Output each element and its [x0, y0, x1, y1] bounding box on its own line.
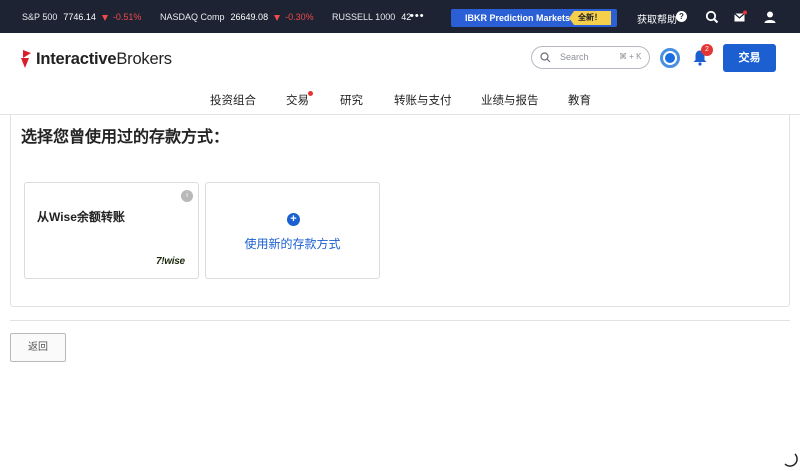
ticker-name: S&P 500	[22, 12, 58, 22]
nav-item-reports[interactable]: 业绩与报告	[481, 92, 539, 108]
assistant-icon[interactable]	[660, 48, 680, 68]
notification-count-badge: 2	[701, 44, 713, 56]
ticker-value: 7746.14	[63, 12, 96, 22]
user-icon[interactable]	[763, 10, 777, 24]
ticker-nasdaq[interactable]: NASDAQ Comp 26649.08 -0.30%	[160, 12, 314, 22]
main-navigation: 投资组合 交易 研究 转账与支付 业绩与报告 教育	[0, 90, 800, 110]
ticker-more-button[interactable]: •••	[410, 10, 425, 22]
ticker-name: RUSSELL 1000	[332, 12, 396, 22]
nav-item-research[interactable]: 研究	[340, 92, 363, 108]
search-placeholder: Search	[560, 52, 589, 62]
logo-bold: Interactive	[36, 50, 117, 68]
wise-logo: 7!wise	[156, 256, 185, 267]
mail-icon[interactable]	[733, 10, 747, 24]
ticker-change: -0.51%	[112, 12, 142, 22]
nav-alert-dot	[308, 91, 313, 96]
plus-icon: +	[287, 213, 300, 226]
search-box[interactable]: Search ⌘ + K	[531, 46, 650, 69]
back-button[interactable]: 返回	[10, 333, 66, 362]
search-shortcut: ⌘ + K	[619, 52, 642, 61]
brand-logo-text[interactable]: InteractiveBrokers	[36, 50, 172, 69]
new-badge: 全新！	[569, 11, 611, 25]
market-ticker-bar: S&P 500 7746.14 -0.51% NASDAQ Comp 26649.08…	[0, 0, 800, 33]
chat-icon[interactable]	[705, 10, 719, 24]
ticker-value: 26649.08	[230, 12, 269, 22]
card-title: 从Wise余额转账	[37, 210, 125, 224]
saved-method-card-wise[interactable]: 从Wise余额转账 i 7!wise	[24, 182, 199, 279]
new-method-card[interactable]: + 使用新的存款方式	[205, 182, 380, 279]
get-help-link[interactable]: 获取帮助	[637, 11, 677, 26]
nav-item-trade[interactable]: 交易	[286, 92, 309, 108]
search-icon	[540, 52, 551, 63]
trade-button[interactable]: 交易	[723, 44, 776, 72]
logo-rest: Brokers	[116, 50, 172, 68]
ticker-russell[interactable]: RUSSELL 1000 42	[332, 12, 411, 22]
spinner-icon	[784, 453, 798, 467]
help-icon[interactable]: ?	[676, 11, 687, 22]
nav-item-portfolio[interactable]: 投资组合	[210, 92, 256, 108]
ib-logo-icon[interactable]	[20, 48, 34, 70]
down-arrow-icon	[274, 14, 281, 21]
new-method-label: 使用新的存款方式	[244, 237, 341, 251]
site-header: InteractiveBrokers Search ⌘ + K 2 交易 投资组…	[0, 33, 800, 115]
divider	[10, 320, 790, 321]
promo-label: IBKR Prediction Markets	[465, 13, 571, 23]
nav-item-education[interactable]: 教育	[568, 92, 591, 108]
page-title: 选择您曾使用过的存款方式：	[21, 129, 230, 146]
info-icon[interactable]: i	[181, 190, 193, 202]
prediction-markets-promo[interactable]: IBKR Prediction Markets 全新！	[451, 9, 617, 27]
ticker-name: NASDAQ Comp	[160, 12, 225, 22]
down-arrow-icon	[101, 14, 108, 21]
nav-item-transfer[interactable]: 转账与支付	[394, 92, 452, 108]
ticker-change: -0.30%	[285, 12, 314, 22]
ticker-sp500[interactable]: S&P 500 7746.14 -0.51%	[22, 12, 141, 22]
